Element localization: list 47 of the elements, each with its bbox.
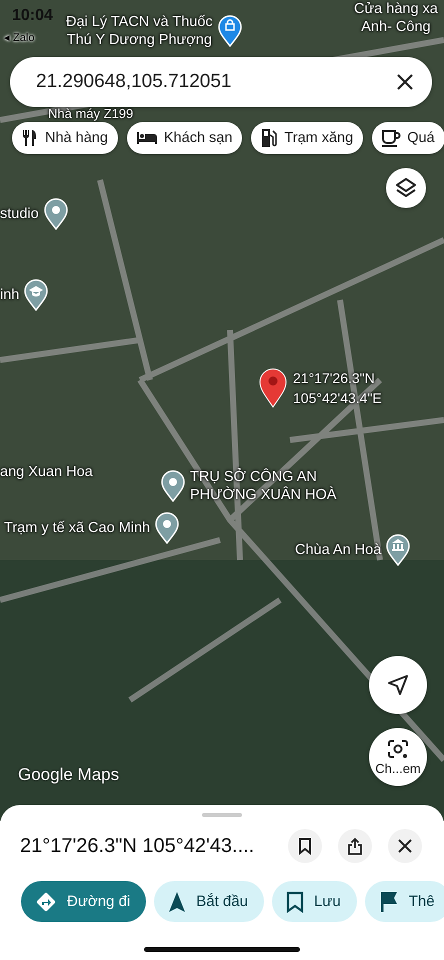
close-icon[interactable] — [396, 73, 414, 91]
place-label[interactable]: studio — [0, 205, 39, 223]
close-button[interactable] — [388, 829, 422, 863]
category-chip[interactable]: Khách sạn — [126, 122, 242, 154]
share-button[interactable] — [338, 829, 372, 863]
shop-pin-icon[interactable] — [216, 15, 243, 47]
place-label[interactable]: Đại Lý TACN và Thuốc Thú Y Dương Phượng — [66, 13, 213, 49]
place-pin-icon[interactable] — [160, 470, 186, 502]
place-pin-icon[interactable] — [42, 198, 69, 230]
map-logo: Google Maps — [18, 765, 120, 785]
place-pin-icon[interactable] — [154, 512, 180, 544]
fork-knife-icon — [21, 129, 39, 147]
place-title: 21°17'26.3"N 105°42'43.... — [20, 834, 256, 858]
place-label[interactable]: Cửa hàng xa Anh- Công — [354, 0, 438, 36]
search-field[interactable]: 21.290648,105.712051 — [10, 57, 432, 107]
place-label[interactable]: TRỤ SỞ CÔNG AN PHƯỜNG XUÂN HOÀ — [190, 468, 336, 504]
school-pin-icon[interactable] — [23, 279, 50, 311]
close-icon — [398, 839, 412, 853]
dropped-pin-icon[interactable] — [259, 368, 287, 408]
layers-icon — [395, 177, 417, 199]
bookmark-icon — [286, 890, 304, 912]
fuel-pump-icon — [260, 128, 278, 148]
action-button[interactable]: Lưu — [272, 881, 357, 922]
pin-coordinates: 21°17'26.3"N 105°42'43.4"E — [293, 369, 382, 408]
place-label[interactable]: ang Xuan Hoa — [0, 463, 93, 481]
category-chip[interactable]: Quá — [372, 122, 444, 154]
camera-icon — [387, 738, 409, 758]
place-label[interactable]: Chùa An Hoà — [295, 541, 382, 559]
navigation-arrow-icon — [168, 890, 186, 912]
place-label[interactable]: Trạm y tế xã Cao Minh — [4, 519, 150, 537]
bookmark-icon — [298, 837, 312, 855]
category-chip[interactable]: Nhà hàng — [12, 122, 118, 154]
cup-icon — [381, 129, 402, 147]
location-arrow-icon — [387, 674, 409, 696]
temple-pin-icon[interactable] — [385, 534, 412, 566]
action-button[interactable]: Bắt đầu — [154, 881, 264, 922]
share-icon — [347, 837, 363, 855]
status-time: 10:04 — [12, 7, 53, 25]
place-label[interactable]: inh — [0, 286, 20, 304]
category-chip[interactable]: Trạm xăng — [251, 122, 364, 154]
drag-handle[interactable] — [202, 813, 242, 817]
action-button[interactable]: Thê — [364, 881, 444, 922]
flag-icon — [378, 890, 399, 912]
bed-icon — [136, 130, 158, 146]
place-label[interactable]: Nhà máy Z199 — [48, 107, 134, 121]
save-button[interactable] — [288, 829, 322, 863]
action-button[interactable]: Đường đi — [21, 881, 146, 922]
